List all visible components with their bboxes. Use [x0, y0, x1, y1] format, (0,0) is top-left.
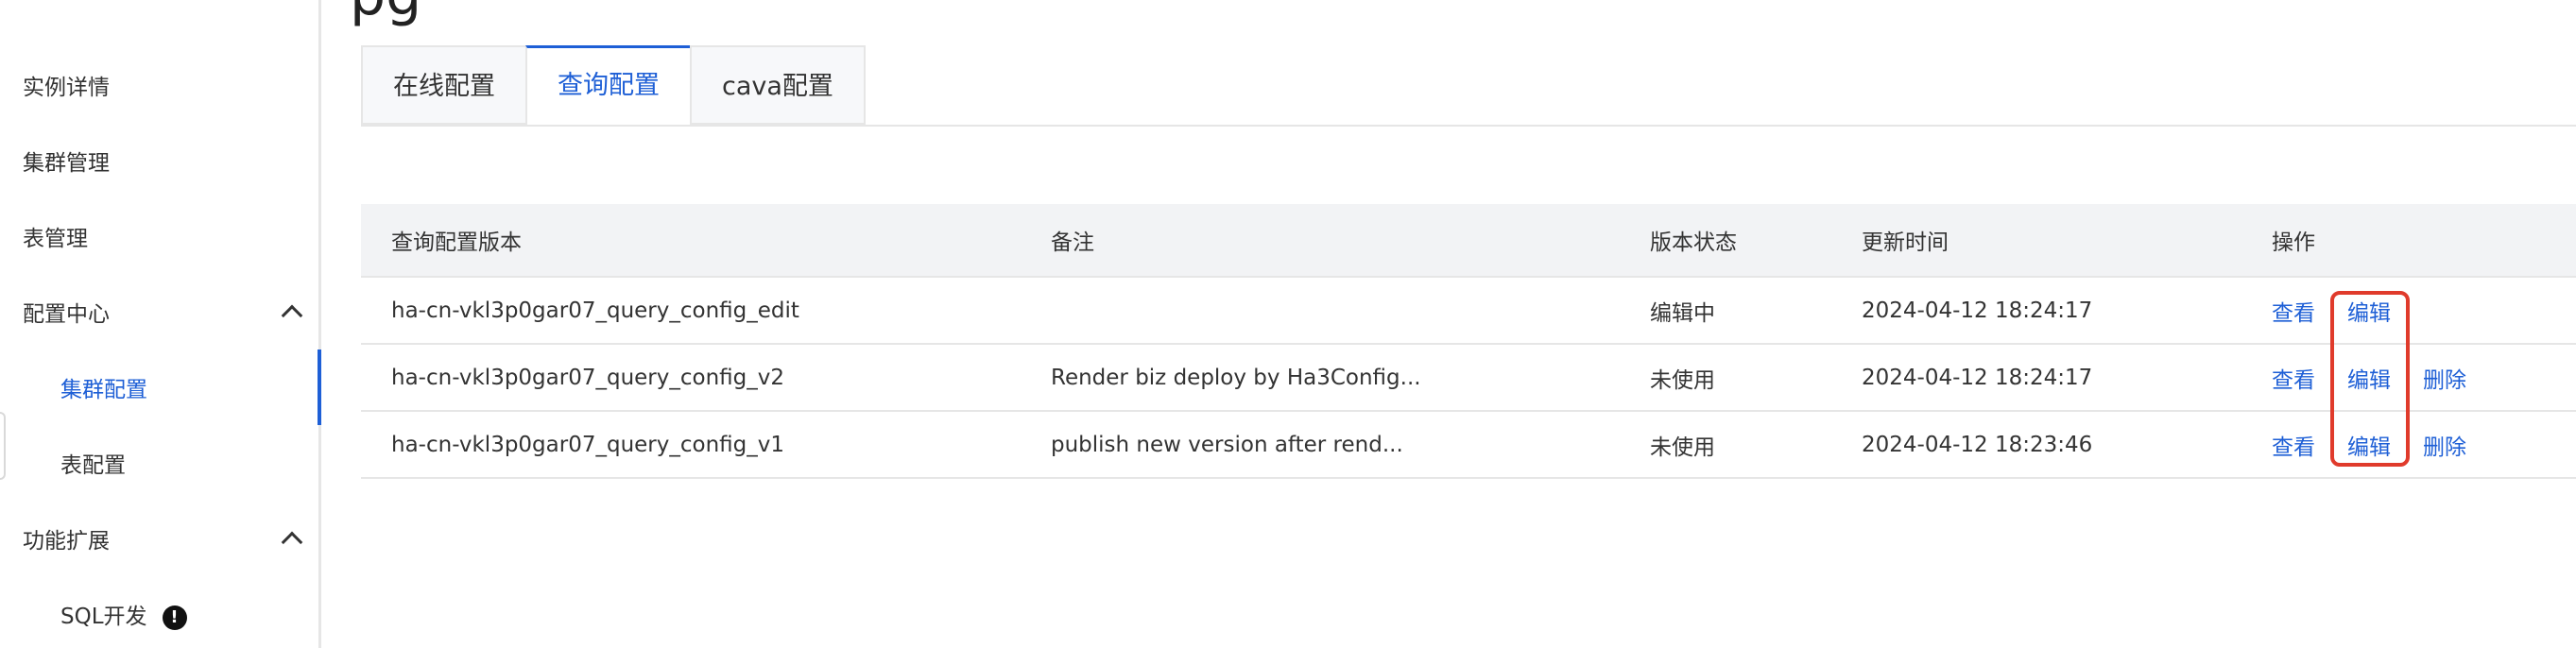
column-header-status: 版本状态	[1650, 230, 1737, 255]
exclamation-icon: !	[162, 605, 187, 630]
tab-bar: 在线配置 查询配置 cava配置	[361, 45, 866, 127]
updated-cell: 2024-04-12 18:23:46	[1862, 432, 2093, 457]
sidebar-item-label: SQL开发	[60, 605, 147, 629]
view-link[interactable]: 查看	[2272, 362, 2315, 394]
version-cell: ha-cn-vkl3p0gar07_query_config_edit	[391, 298, 799, 323]
column-header-version: 查询配置版本	[391, 230, 522, 255]
tab-online-config[interactable]: 在线配置	[361, 45, 527, 125]
tab-divider	[361, 125, 2576, 127]
delete-link[interactable]: 删除	[2423, 362, 2466, 394]
config-table: 查询配置版本 备注 版本状态 更新时间 操作 ha-cn-vkl3p0gar07…	[361, 204, 2576, 479]
version-cell: ha-cn-vkl3p0gar07_query_config_v1	[391, 432, 784, 457]
actions-cell: 查看 编辑 删除	[2272, 345, 2499, 410]
chevron-up-icon[interactable]	[281, 304, 303, 327]
column-header-note: 备注	[1051, 230, 1094, 255]
app-root: pg 实例详情 集群管理 表管理 配置中心 集群配置 表配置 功能扩展 SQL开…	[0, 0, 2576, 648]
table-row: ha-cn-vkl3p0gar07_query_config_v2 Render…	[361, 345, 2576, 412]
status-cell: 未使用	[1650, 435, 1715, 460]
edit-link[interactable]: 编辑	[2347, 295, 2391, 327]
sidebar-item-table-config[interactable]: 表配置	[60, 452, 126, 480]
edit-link[interactable]: 编辑	[2347, 362, 2391, 394]
edit-link[interactable]: 编辑	[2347, 429, 2391, 461]
chevron-up-icon[interactable]	[281, 531, 303, 554]
table-row: ha-cn-vkl3p0gar07_query_config_v1 publis…	[361, 412, 2576, 479]
sidebar-item-table-management[interactable]: 表管理	[23, 225, 88, 253]
tab-query-config[interactable]: 查询配置	[525, 45, 692, 127]
note-cell: publish new version after rend...	[1051, 432, 1403, 457]
sidebar-item-sql-dev[interactable]: SQL开发!	[60, 603, 187, 631]
actions-cell: 查看 编辑	[2272, 278, 2423, 343]
view-link[interactable]: 查看	[2272, 295, 2315, 327]
sidebar-group-feature-extension[interactable]: 功能扩展	[23, 527, 110, 555]
sidebar-item-cluster-config[interactable]: 集群配置	[60, 376, 147, 404]
column-header-actions: 操作	[2272, 230, 2315, 255]
version-cell: ha-cn-vkl3p0gar07_query_config_v2	[391, 365, 784, 390]
active-indicator	[318, 350, 321, 425]
sidebar-group-config-center[interactable]: 配置中心	[23, 300, 110, 329]
sidebar-item-cluster-management[interactable]: 集群管理	[23, 149, 110, 178]
view-link[interactable]: 查看	[2272, 429, 2315, 461]
note-cell: Render biz deploy by Ha3Config...	[1051, 365, 1421, 390]
column-header-updated: 更新时间	[1862, 230, 1949, 255]
table-header: 查询配置版本 备注 版本状态 更新时间 操作	[361, 204, 2576, 278]
updated-cell: 2024-04-12 18:24:17	[1862, 298, 2093, 323]
status-cell: 编辑中	[1650, 300, 1715, 326]
delete-link[interactable]: 删除	[2423, 429, 2466, 461]
sidebar: 实例详情 集群管理 表管理 配置中心 集群配置 表配置 功能扩展 SQL开发!	[0, 0, 321, 648]
tab-cava-config[interactable]: cava配置	[690, 45, 866, 125]
updated-cell: 2024-04-12 18:24:17	[1862, 365, 2093, 390]
sidebar-item-instance-details[interactable]: 实例详情	[23, 74, 110, 102]
actions-cell: 查看 编辑 删除	[2272, 412, 2499, 477]
status-cell: 未使用	[1650, 367, 1715, 393]
collapse-handle[interactable]	[0, 412, 6, 480]
table-row: ha-cn-vkl3p0gar07_query_config_edit 编辑中 …	[361, 278, 2576, 345]
page-title-fragment: pg	[350, 0, 421, 28]
